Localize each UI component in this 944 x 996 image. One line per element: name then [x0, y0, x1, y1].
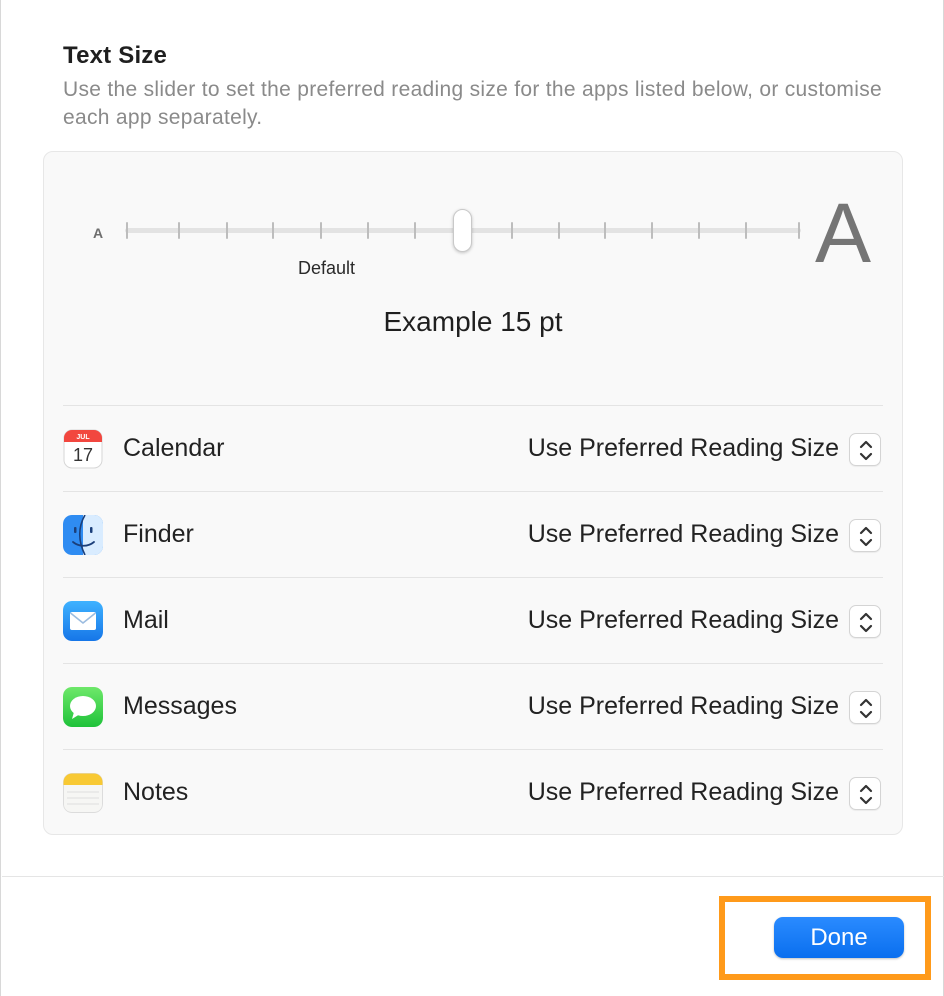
calendar-day: 17 — [73, 445, 93, 465]
app-row-mail: Mail Use Preferred Reading Size — [63, 577, 883, 663]
slider-tick — [320, 222, 322, 239]
mail-icon — [63, 601, 103, 641]
slider-tick — [178, 222, 180, 239]
finder-size-stepper[interactable] — [849, 519, 881, 552]
slider-tick — [511, 222, 513, 239]
example-text: Example 15 pt — [383, 306, 563, 337]
messages-size-popup[interactable]: Use Preferred Reading Size — [528, 692, 839, 721]
calendar-month: JUL — [76, 434, 90, 441]
app-row-messages: Messages Use Preferred Reading Size — [63, 663, 883, 749]
mail-size-popup[interactable]: Use Preferred Reading Size — [528, 606, 839, 635]
finder-icon — [63, 515, 103, 555]
text-size-sheet: Text Size Use the slider to set the pref… — [0, 0, 944, 996]
notes-size-popup[interactable]: Use Preferred Reading Size — [528, 778, 839, 807]
slider-tick — [604, 222, 606, 239]
mail-size-stepper[interactable] — [849, 605, 881, 638]
slider-tick — [698, 222, 700, 239]
finder-size-popup[interactable]: Use Preferred Reading Size — [528, 520, 839, 549]
app-name-messages: Messages — [123, 692, 237, 720]
text-size-slider-thumb[interactable] — [453, 209, 472, 252]
app-name-mail: Mail — [123, 606, 169, 634]
app-row-notes: Notes Use Preferred Reading Size — [63, 749, 883, 835]
notes-size-stepper[interactable] — [849, 777, 881, 810]
app-name-notes: Notes — [123, 778, 189, 806]
chevron-up-down-icon — [859, 526, 873, 547]
chevron-up-down-icon — [859, 698, 873, 719]
app-name-finder: Finder — [123, 520, 194, 548]
footer-divider — [2, 876, 944, 877]
calendar-size-stepper[interactable] — [849, 433, 881, 466]
chevron-up-down-icon — [859, 440, 873, 461]
calendar-icon: JUL 17 — [63, 429, 103, 469]
done-button[interactable]: Done — [774, 917, 904, 958]
slider-tick — [651, 222, 653, 239]
messages-icon — [63, 687, 103, 727]
sheet-title: Text Size — [63, 42, 168, 69]
slider-tick — [272, 222, 274, 239]
messages-size-stepper[interactable] — [849, 691, 881, 724]
slider-tick — [798, 222, 800, 239]
notes-icon — [63, 773, 103, 813]
slider-tick — [745, 222, 747, 239]
calendar-size-popup[interactable]: Use Preferred Reading Size — [528, 434, 839, 463]
slider-tick — [126, 222, 128, 239]
slider-tick — [226, 222, 228, 239]
slider-tick — [558, 222, 560, 239]
app-row-finder: Finder Use Preferred Reading Size — [63, 491, 883, 577]
chevron-up-down-icon — [859, 612, 873, 633]
slider-tick — [414, 222, 416, 239]
chevron-up-down-icon — [859, 784, 873, 805]
slider-small-label: A — [93, 225, 104, 241]
slider-tick — [367, 222, 369, 239]
app-name-calendar: Calendar — [123, 434, 225, 462]
app-row-calendar: JUL 17 Calendar Use Preferred Reading Si… — [63, 405, 883, 491]
slider-default-label: Default — [298, 258, 356, 278]
slider-large-label: A — [815, 186, 872, 280]
sheet-description: Use the slider to set the preferred read… — [63, 78, 882, 129]
